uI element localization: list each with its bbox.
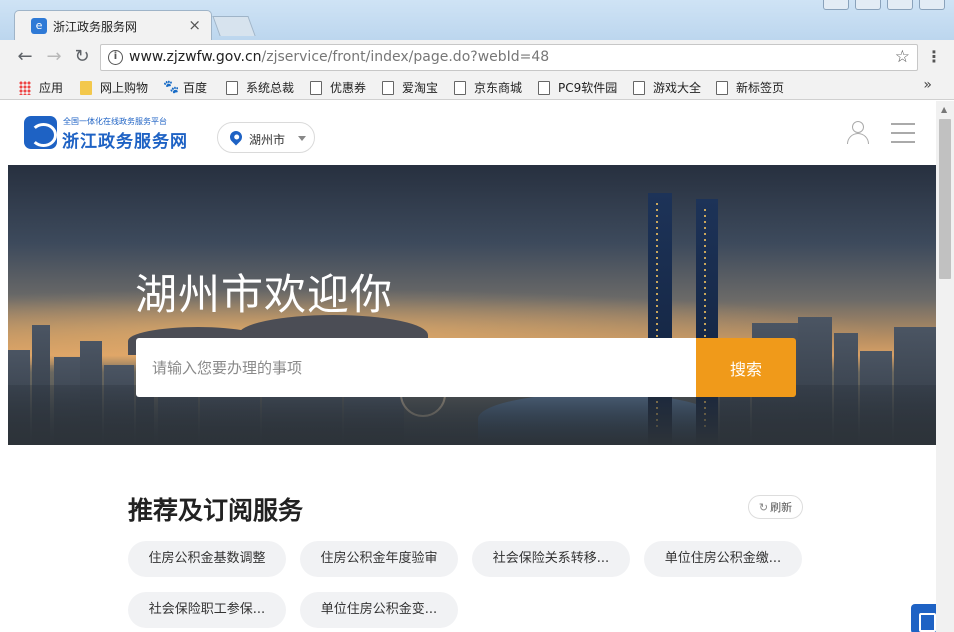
bookmark-label: 应用	[39, 81, 64, 95]
logo-subtitle: 全国一体化在线政务服务平台	[63, 117, 167, 126]
location-pin-icon	[227, 128, 245, 146]
search-button[interactable]: 搜索	[696, 338, 796, 397]
service-chip[interactable]: 单位住房公积金缴...	[644, 541, 802, 577]
window-maximize-button[interactable]	[887, 0, 913, 10]
service-chip[interactable]: 住房公积金基数调整	[128, 541, 286, 577]
zhejiang-logo-icon[interactable]	[24, 116, 57, 149]
refresh-button[interactable]: ↻ 刷新	[748, 495, 803, 519]
bookmark-label: 优惠券	[330, 81, 367, 95]
site-info-icon[interactable]: i	[108, 50, 123, 65]
page-viewport: 全国一体化在线政务服务平台 浙江政务服务网 湖州市 湖州市欢迎你 请输入您要办理…	[8, 101, 936, 632]
hero-banner: 湖州市欢迎你 搜索	[8, 165, 936, 445]
page-icon	[454, 80, 466, 95]
browser-titlebar: e 浙江政务服务网 ×	[0, 0, 954, 40]
url-host: www.zjzwfw.gov.cn	[129, 49, 262, 65]
refresh-icon: ↻	[758, 500, 769, 514]
bookmark-star-icon[interactable]: ☆	[895, 47, 910, 67]
bookmark-youhuiquan[interactable]: 优惠券	[310, 79, 366, 96]
bookmark-label: 游戏大全	[653, 81, 702, 95]
bookmarks-overflow-icon[interactable]: »	[923, 77, 932, 93]
bookmark-baidu[interactable]: 🐾 百度	[163, 79, 207, 96]
site-header: 全国一体化在线政务服务平台 浙江政务服务网 湖州市	[8, 101, 936, 165]
bookmark-aitaobao[interactable]: 爱淘宝	[382, 79, 438, 96]
baidu-paw-icon: 🐾	[163, 79, 180, 95]
page-icon	[382, 80, 394, 95]
bookmark-pc9[interactable]: PC9软件园	[538, 79, 617, 96]
tab-close-icon[interactable]: ×	[188, 16, 201, 34]
new-tab-button[interactable]	[212, 16, 256, 36]
bookmark-folder-shopping[interactable]: 网上购物	[80, 79, 148, 96]
page-icon	[633, 80, 645, 95]
service-search-input[interactable]	[136, 338, 697, 397]
bookmark-label: PC9软件园	[558, 81, 618, 95]
browser-menu-icon[interactable]: ⋮	[926, 48, 942, 68]
bookmark-label: 爱淘宝	[402, 81, 439, 95]
logo-title[interactable]: 浙江政务服务网	[62, 127, 188, 152]
site-favicon-icon: e	[31, 18, 47, 34]
refresh-label: 刷新	[770, 501, 793, 514]
tab-title: 浙江政务服务网	[53, 20, 138, 34]
window-minimize-button[interactable]	[823, 0, 849, 10]
back-button[interactable]: ←	[13, 46, 37, 68]
address-url[interactable]: www.zjzwfw.gov.cn/zjservice/front/index/…	[129, 49, 549, 65]
forward-button[interactable]: →	[42, 46, 66, 68]
page-scrollbar[interactable]: ▲	[936, 101, 954, 632]
bookmark-label: 系统总裁	[246, 81, 295, 95]
page-icon	[310, 80, 322, 95]
url-path: /zjservice/front/index/page.do?webId=48	[261, 49, 550, 65]
recommend-section-title: 推荐及订阅服务	[128, 496, 304, 525]
window-restore-button[interactable]	[855, 0, 881, 10]
service-chip[interactable]: 单位住房公积金变...	[300, 592, 458, 628]
caret-down-icon	[298, 136, 306, 141]
service-chip[interactable]: 社会保险职工参保...	[128, 592, 286, 628]
page-icon	[538, 80, 550, 95]
bookmark-apps[interactable]: 应用	[19, 79, 63, 96]
service-chip[interactable]: 住房公积金年度验审	[300, 541, 458, 577]
browser-toolbar: ← → ↻ i www.zjzwfw.gov.cn/zjservice/fron…	[0, 40, 954, 74]
reload-button[interactable]: ↻	[70, 46, 94, 68]
bookmark-jd[interactable]: 京东商城	[454, 79, 522, 96]
scroll-thumb[interactable]	[939, 119, 951, 279]
bookmark-label: 网上购物	[100, 81, 149, 95]
service-chip[interactable]: 社会保险关系转移...	[472, 541, 630, 577]
bookmark-newtab[interactable]: 新标签页	[716, 79, 784, 96]
bookmark-label: 京东商城	[474, 81, 523, 95]
page-icon	[716, 80, 728, 95]
page-icon	[226, 80, 238, 95]
bookmark-xitongzongcai[interactable]: 系统总裁	[226, 79, 294, 96]
welcome-heading: 湖州市欢迎你	[135, 270, 394, 319]
bookmark-label: 新标签页	[736, 81, 785, 95]
bookmark-label: 百度	[183, 81, 208, 95]
user-icon[interactable]	[846, 121, 870, 145]
folder-icon	[80, 80, 92, 95]
floating-service-icon[interactable]	[911, 604, 936, 632]
bookmark-games[interactable]: 游戏大全	[633, 79, 701, 96]
bookmarks-bar: 应用 网上购物 🐾 百度 系统总裁 优惠券 爱淘宝 京东商城 PC9软件园 游戏大…	[0, 74, 954, 100]
apps-grid-icon	[19, 80, 31, 95]
browser-tab[interactable]: e 浙江政务服务网 ×	[14, 10, 212, 40]
city-selector[interactable]: 湖州市	[217, 122, 315, 153]
address-bar[interactable]: i www.zjzwfw.gov.cn/zjservice/front/inde…	[100, 44, 918, 71]
window-close-button[interactable]	[919, 0, 945, 10]
scroll-up-arrow-icon[interactable]: ▲	[941, 105, 947, 114]
menu-icon[interactable]	[891, 123, 915, 143]
city-name: 湖州市	[249, 133, 286, 147]
